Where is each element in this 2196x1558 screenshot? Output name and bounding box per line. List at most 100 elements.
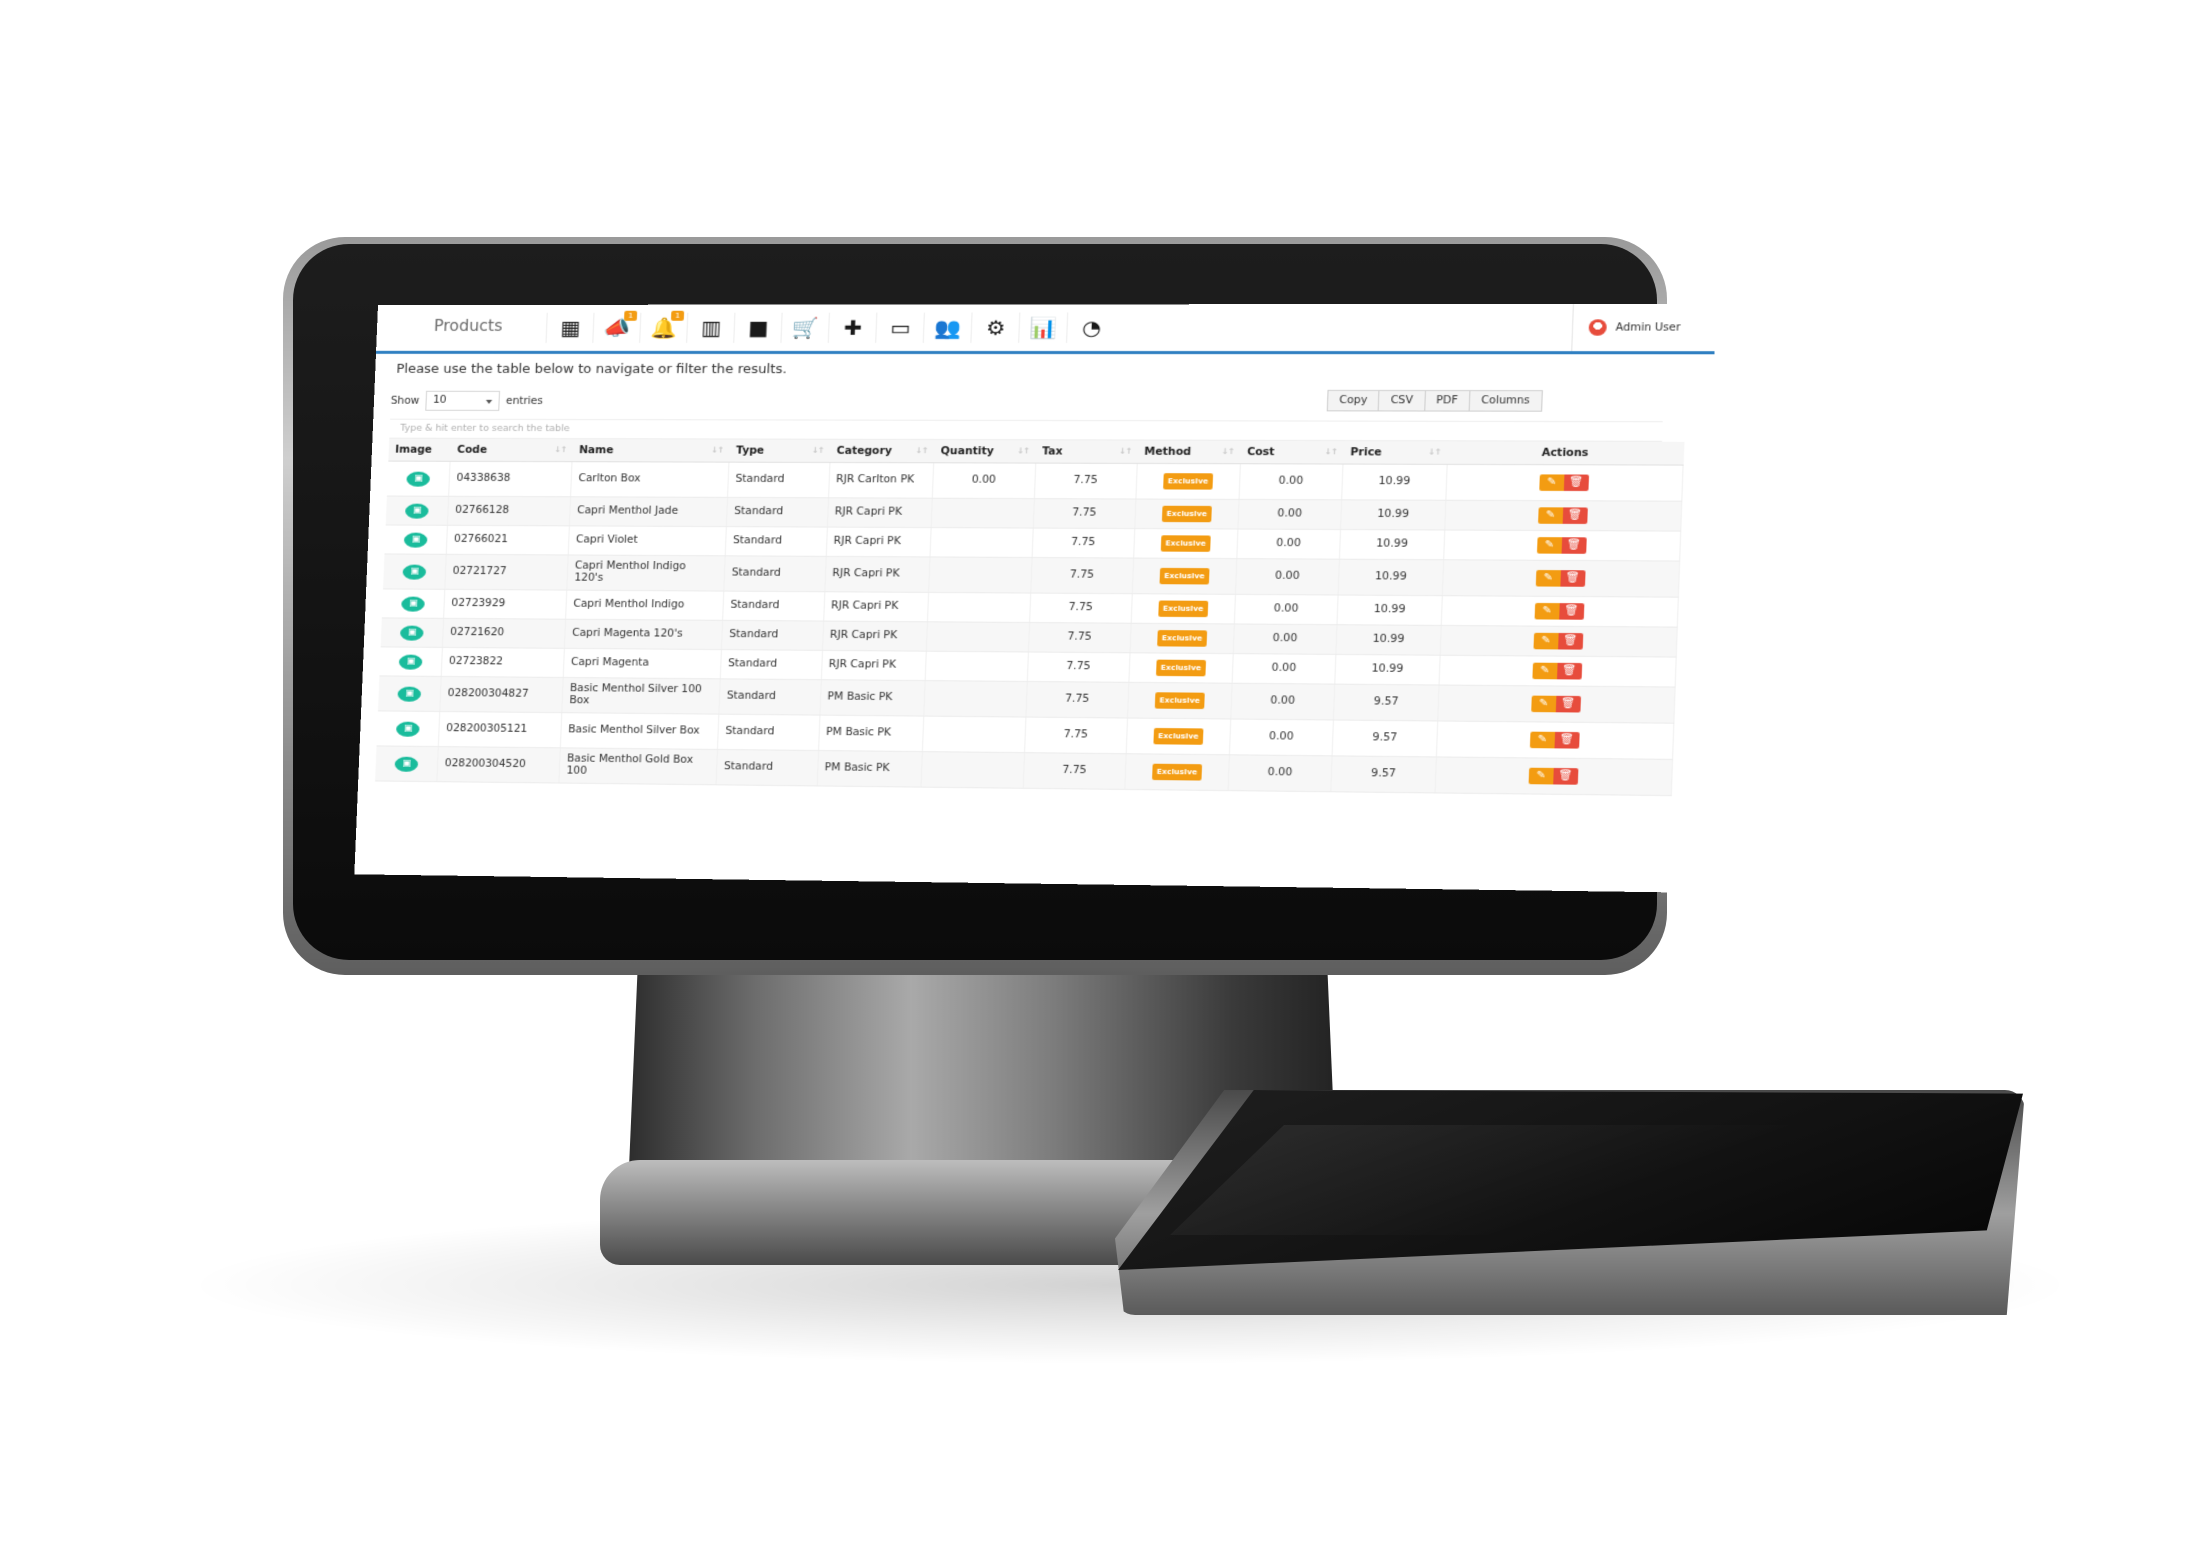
bar-chart-icon[interactable]: 📊 bbox=[1018, 312, 1069, 343]
camera-icon[interactable]: ▣ bbox=[398, 654, 423, 670]
plus-icon[interactable]: ✚ bbox=[827, 312, 878, 343]
edit-icon[interactable]: ✎ bbox=[1533, 632, 1559, 650]
cell-cost: 0.00 bbox=[1237, 499, 1342, 530]
cell-quantity bbox=[926, 621, 1030, 652]
column-header-quantity[interactable]: Quantity ↓↑ bbox=[933, 440, 1037, 464]
edit-icon[interactable]: ✎ bbox=[1539, 474, 1565, 491]
cell-category: PM Basic PK bbox=[819, 679, 926, 717]
cell-image: ▣ bbox=[385, 496, 449, 526]
user-menu[interactable]: Admin User bbox=[1571, 303, 1717, 352]
sort-icon: ↓↑ bbox=[1324, 447, 1338, 457]
settings-icon[interactable]: ⚙ bbox=[970, 312, 1021, 343]
users-icon[interactable]: 👥 bbox=[922, 312, 973, 343]
cell-code: 02721620 bbox=[442, 618, 566, 649]
column-header-label: Name bbox=[578, 444, 614, 456]
terminal-glare bbox=[1170, 1125, 1930, 1235]
cell-method: Exclusive bbox=[1124, 753, 1230, 791]
entries-select[interactable]: 10 bbox=[425, 390, 501, 411]
edit-icon[interactable]: ✎ bbox=[1537, 507, 1564, 524]
cell-type: Standard bbox=[716, 749, 819, 786]
intro-text: Please use the table below to navigate o… bbox=[396, 360, 788, 377]
column-header-type[interactable]: Type ↓↑ bbox=[729, 439, 831, 463]
camera-icon[interactable]: ▣ bbox=[400, 625, 424, 641]
edit-icon[interactable]: ✎ bbox=[1529, 731, 1555, 749]
column-header-tax[interactable]: Tax ↓↑ bbox=[1035, 440, 1139, 464]
trash-icon[interactable]: 🗑 bbox=[1554, 731, 1580, 749]
method-badge: Exclusive bbox=[1152, 763, 1202, 781]
show-label: Show bbox=[390, 395, 420, 407]
column-header-label: Price bbox=[1350, 446, 1382, 459]
trash-icon[interactable]: 🗑 bbox=[1563, 474, 1589, 492]
table-row[interactable]: ▣ 04338638 Carlton Box Standard RJR Carlton … bbox=[386, 461, 1684, 502]
trash-icon[interactable]: 🗑 bbox=[1553, 767, 1579, 785]
csv-button[interactable]: CSV bbox=[1377, 389, 1426, 412]
megaphone-icon[interactable]: 📣 1 bbox=[592, 310, 642, 343]
camera-icon[interactable]: ▣ bbox=[405, 503, 429, 519]
cell-price: 9.57 bbox=[1333, 684, 1439, 721]
folder-icon[interactable]: ■ bbox=[733, 312, 783, 343]
edit-icon[interactable]: ✎ bbox=[1531, 695, 1557, 713]
cell-tax: 7.75 bbox=[1025, 681, 1130, 719]
trash-icon[interactable]: 🗑 bbox=[1561, 537, 1587, 554]
cell-price: 10.99 bbox=[1339, 529, 1445, 560]
credit-card-icon[interactable]: ▭ bbox=[875, 312, 925, 343]
column-header-category[interactable]: Category ↓↑ bbox=[829, 439, 935, 463]
trash-icon[interactable]: 🗑 bbox=[1557, 632, 1584, 650]
trash-icon[interactable]: 🗑 bbox=[1556, 662, 1583, 680]
sort-icon: ↓↑ bbox=[811, 445, 824, 455]
page-title: Products bbox=[433, 316, 503, 335]
column-header-price[interactable]: Price ↓↑ bbox=[1343, 441, 1448, 465]
cell-name: Basic Menthol Gold Box 100 bbox=[559, 747, 718, 785]
bell-icon[interactable]: 🔔 1 bbox=[639, 310, 689, 343]
cart-icon[interactable]: 🛒 bbox=[780, 312, 830, 343]
cell-quantity bbox=[931, 498, 1034, 529]
column-header-actions[interactable]: Actions bbox=[1446, 441, 1684, 466]
edit-icon[interactable]: ✎ bbox=[1532, 662, 1558, 680]
notification-badge: 1 bbox=[624, 310, 638, 321]
trash-icon[interactable]: 🗑 bbox=[1562, 507, 1588, 524]
camera-icon[interactable]: ▣ bbox=[403, 532, 428, 548]
column-header-code[interactable]: Code ↓↑ bbox=[450, 438, 574, 462]
dashboard-icon[interactable]: ◔ bbox=[1065, 312, 1117, 343]
cell-code: 028200304520 bbox=[437, 746, 561, 784]
copy-button[interactable]: Copy bbox=[1326, 389, 1380, 412]
camera-icon[interactable]: ▣ bbox=[394, 756, 419, 772]
trash-icon[interactable]: 🗑 bbox=[1560, 570, 1586, 587]
camera-icon[interactable]: ▣ bbox=[406, 471, 431, 487]
cell-method: Exclusive bbox=[1126, 718, 1231, 755]
camera-icon[interactable]: ▣ bbox=[396, 721, 420, 737]
cell-price: 10.99 bbox=[1338, 559, 1444, 596]
cell-quantity bbox=[925, 651, 1028, 682]
method-badge: Exclusive bbox=[1158, 600, 1208, 618]
cell-name: Capri Menthol Jade bbox=[569, 496, 728, 527]
cell-actions: ✎ 🗑 bbox=[1438, 655, 1677, 688]
edit-icon[interactable]: ✎ bbox=[1535, 570, 1561, 587]
camera-icon[interactable]: ▣ bbox=[401, 596, 426, 612]
camera-icon[interactable]: ▣ bbox=[397, 686, 422, 702]
cell-category: RJR Capri PK bbox=[823, 591, 929, 622]
barcode-icon[interactable]: ▥ bbox=[686, 312, 736, 343]
method-badge: Exclusive bbox=[1160, 535, 1211, 552]
trash-icon[interactable]: 🗑 bbox=[1555, 695, 1581, 713]
edit-icon[interactable]: ✎ bbox=[1528, 767, 1554, 785]
column-header-label: Quantity bbox=[940, 445, 995, 457]
column-header-label: Code bbox=[456, 444, 488, 456]
apps-grid-icon[interactable]: ▦ bbox=[545, 312, 595, 343]
cell-type: Standard bbox=[727, 462, 830, 498]
column-header-cost[interactable]: Cost ↓↑ bbox=[1240, 440, 1345, 465]
cell-tax: 7.75 bbox=[1031, 528, 1135, 559]
cell-actions: ✎ 🗑 bbox=[1445, 464, 1684, 502]
column-header-name[interactable]: Name ↓↑ bbox=[572, 439, 731, 463]
columns-button[interactable]: Columns bbox=[1468, 390, 1543, 412]
cell-quantity bbox=[928, 556, 1032, 594]
column-header-method[interactable]: Method ↓↑ bbox=[1137, 440, 1241, 464]
trash-icon[interactable]: 🗑 bbox=[1559, 603, 1585, 620]
cell-tax: 7.75 bbox=[1030, 557, 1134, 594]
cell-method: Exclusive bbox=[1130, 623, 1234, 654]
pdf-button[interactable]: PDF bbox=[1423, 390, 1471, 412]
edit-icon[interactable]: ✎ bbox=[1534, 602, 1560, 620]
edit-icon[interactable]: ✎ bbox=[1536, 537, 1563, 554]
camera-icon[interactable]: ▣ bbox=[402, 564, 427, 580]
method-badge: Exclusive bbox=[1153, 727, 1204, 745]
column-header-image[interactable]: Image bbox=[388, 438, 452, 462]
